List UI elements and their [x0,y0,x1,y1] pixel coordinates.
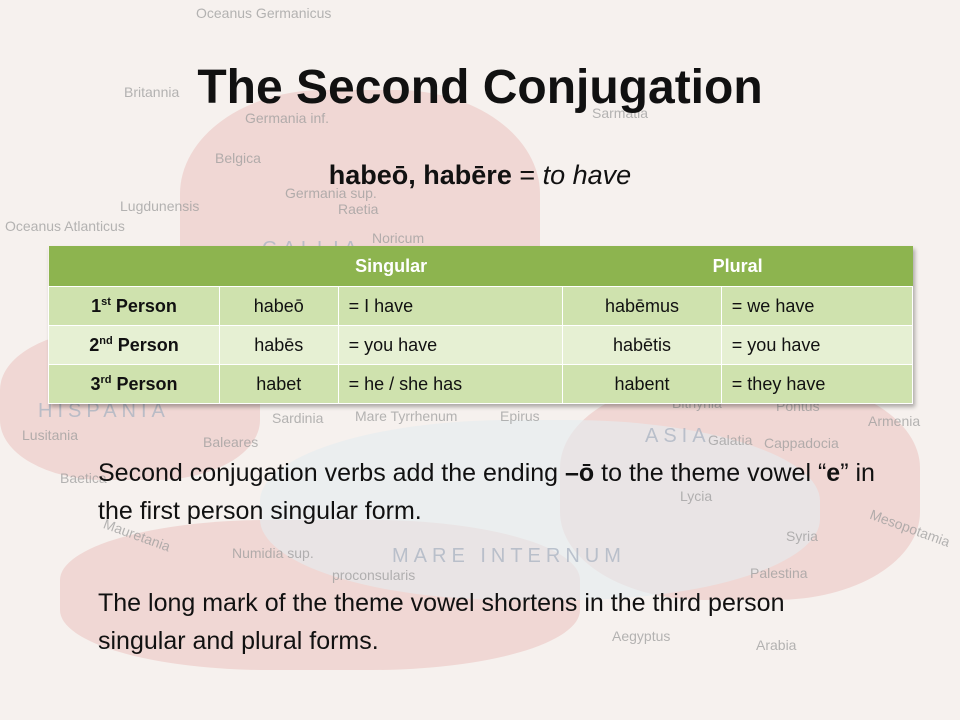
map-label: Mare Tyrrhenum [355,408,458,424]
plural-form: habent [562,364,722,404]
header-plural: Plural [562,246,913,287]
singular-form: habēs [219,325,339,365]
person-label: 3rd Person [48,364,220,404]
verb-meaning: to have [542,160,632,190]
verb-principal-parts: habeō, habēre [328,160,512,190]
map-label: Lugdunensis [120,198,200,214]
plural-translation: = they have [720,364,914,404]
explanation-paragraph-1: Second conjugation verbs add the ending … [98,459,875,525]
map-label: Oceanus Germanicus [196,5,332,21]
map-label: Sardinia [272,410,324,426]
table-row: 3rd Person habet = he / she has habent =… [48,364,914,404]
singular-translation: = you have [337,325,564,365]
slide-subtitle: habeō, habēre = to have [0,160,960,191]
equals-sign: = [511,160,543,190]
header-singular: Singular [219,246,563,287]
singular-translation: = he / she has [337,364,564,404]
map-label: Palestina [750,565,808,581]
header-blank [48,246,220,287]
map-label: Raetia [338,201,379,217]
map-label: Oceanus Atlanticus [5,218,125,234]
singular-form: habet [219,364,339,404]
table-row: 1st Person habeō = I have habēmus = we h… [48,286,914,326]
singular-translation: = I have [337,286,564,326]
map-label: MARE INTERNUM [392,545,626,567]
person-label: 2nd Person [48,325,220,365]
map-label: proconsularis [332,567,416,583]
map-label: Syria [786,528,818,544]
plural-translation: = you have [720,325,914,365]
map-label: Lusitania [22,427,79,443]
map-label: Armenia [868,413,921,429]
map-label: Epirus [500,408,540,424]
map-label: Galatia [708,432,753,448]
singular-form: habeō [219,286,339,326]
explanation-paragraph-2: The long mark of the theme vowel shorten… [98,589,785,655]
table-row: 2nd Person habēs = you have habētis = yo… [48,325,914,365]
person-label: 1st Person [48,286,220,326]
table-header-row: Singular Plural [48,246,913,287]
slide-title: The Second Conjugation [197,61,763,114]
map-label: Noricum [372,230,425,246]
map-label: Cappadocia [764,435,839,451]
map-label: ASIA [645,425,711,447]
conjugation-table: Singular Plural 1st Person habeō = I hav… [48,246,914,404]
map-label: Numidia sup. [232,545,314,561]
plural-form: habēmus [562,286,722,326]
plural-form: habētis [562,325,722,365]
plural-translation: = we have [720,286,914,326]
map-label: Baleares [203,434,259,450]
